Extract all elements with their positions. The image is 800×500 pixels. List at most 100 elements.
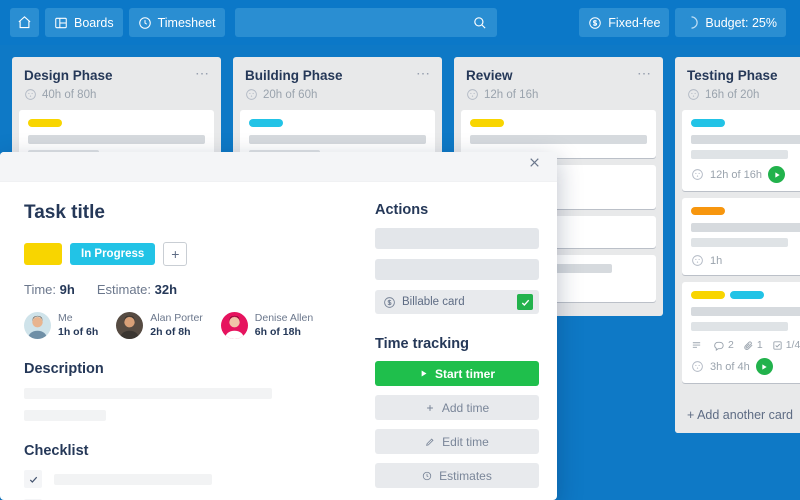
checklist-item-text (54, 473, 212, 485)
assignee-hours: 6h of 18h (254, 326, 301, 339)
card-badge: 2 (714, 339, 734, 351)
budget-badge[interactable]: Budget: 25% (675, 8, 786, 37)
comment-icon (714, 340, 725, 351)
check-icon[interactable] (517, 294, 533, 310)
progress-clock-icon (24, 88, 37, 101)
timesheet-button[interactable]: Timesheet (128, 8, 225, 37)
card-progress-text: 1h (710, 254, 723, 267)
boards-label: Boards (74, 15, 114, 30)
progress-clock-icon (687, 88, 700, 101)
board-icon (54, 16, 68, 30)
start-timer-button[interactable] (768, 166, 785, 183)
card-text-placeholder (691, 135, 800, 144)
edit-time-button[interactable]: Edit time (375, 429, 539, 454)
billable-card-label: Billable card (402, 296, 465, 308)
column-title: Building Phase (245, 68, 343, 83)
estimate-value: 32h (154, 282, 178, 297)
column-menu-button[interactable]: ⋯ (637, 66, 652, 80)
checklist-item[interactable] (24, 470, 355, 489)
column-menu-button[interactable]: ⋯ (195, 66, 210, 80)
start-timer-button[interactable] (755, 358, 773, 375)
attachment-icon (743, 340, 754, 351)
estimates-button[interactable]: Estimates (375, 463, 539, 488)
task-color-label[interactable] (24, 243, 62, 265)
card-labels (691, 119, 800, 127)
card-text-placeholder (470, 135, 647, 144)
card-text-placeholder (691, 322, 789, 331)
column-progress-text: 40h of 80h (42, 88, 97, 101)
progress-clock-icon (691, 360, 704, 373)
assignee[interactable]: Alan Porter 2h of 8h (116, 311, 203, 339)
board-column: Testing Phase⋯16h of 20h 12h of 16h 1h 2 1 1/… (675, 57, 800, 433)
description-placeholder-line (24, 410, 106, 422)
column-progress: 16h of 20h (687, 88, 800, 101)
search-icon (472, 15, 487, 30)
card-text-placeholder (691, 223, 800, 232)
assignee-hours: 2h of 8h (150, 326, 191, 339)
card-label[interactable] (249, 119, 283, 127)
card-label[interactable] (28, 119, 62, 127)
column-menu-button[interactable]: ⋯ (416, 66, 431, 80)
add-another-card-button[interactable]: + Add another card (675, 397, 800, 433)
card-progress: 3h of 4h (691, 358, 800, 375)
fixed-fee-badge[interactable]: Fixed-fee (579, 8, 670, 37)
description-title: Description (24, 361, 104, 378)
dollar-circle-icon (383, 296, 396, 309)
task-status-badge[interactable]: In Progress (70, 243, 156, 265)
board-card[interactable]: 12h of 16h (682, 110, 800, 191)
column-title: Review (466, 68, 513, 83)
action-placeholder-button[interactable] (375, 259, 539, 280)
card-text-placeholder (691, 150, 789, 159)
assignee-list: Me 1h of 6h Alan Porter 2h of 8h Denise Alle… (24, 311, 355, 339)
add-label-button[interactable]: + (163, 242, 188, 266)
board-card[interactable]: 2 1 1/4 3h of 4h (682, 282, 800, 383)
task-chips-row: In Progress + (24, 242, 355, 266)
check-icon[interactable] (24, 470, 42, 489)
assignee[interactable]: Me 1h of 6h (24, 311, 98, 339)
search-input[interactable] (234, 8, 497, 37)
button-label: Start timer (434, 366, 496, 381)
time-value: 9h (59, 282, 75, 297)
card-labels (28, 119, 205, 127)
column-title: Design Phase (24, 68, 113, 83)
card-badge-value: 2 (728, 339, 734, 351)
card-labels (691, 207, 800, 215)
card-label[interactable] (691, 291, 725, 299)
modal-right-pane: Actions Billable card Time tracking Star… (375, 202, 557, 500)
pencil-icon (425, 437, 435, 447)
time-tracking-buttons: Start timer Add time Edit time Estimates (375, 361, 539, 488)
assignee-name: Denise Allen (254, 312, 314, 324)
modal-body: Task title In Progress + Time: 9h Estima… (0, 182, 557, 500)
start-timer-button[interactable]: Start timer (375, 361, 539, 386)
card-progress-text: 3h of 4h (710, 360, 750, 373)
top-navigation-bar: Boards Timesheet Fixed-fee Budget: 25% (0, 0, 800, 45)
card-labels (470, 119, 647, 127)
column-progress-text: 16h of 20h (705, 88, 760, 101)
column-header: Building Phase ⋯ 20h of 60h (233, 57, 442, 110)
billable-card-toggle[interactable]: Billable card (375, 290, 539, 314)
card-label[interactable] (730, 291, 764, 299)
assignee[interactable]: Denise Allen 6h of 18h (220, 311, 314, 339)
board-card[interactable] (461, 110, 656, 158)
card-label[interactable] (691, 207, 725, 215)
card-text-placeholder (28, 135, 205, 144)
task-detail-modal: Task title In Progress + Time: 9h Estima… (0, 152, 557, 500)
card-progress: 1h (691, 254, 800, 267)
close-icon[interactable] (528, 156, 541, 169)
column-progress-text: 20h of 60h (263, 88, 318, 101)
card-label[interactable] (691, 119, 725, 127)
budget-label: Budget: 25% (705, 15, 777, 30)
progress-clock-icon (691, 254, 704, 267)
card-label[interactable] (470, 119, 504, 127)
task-time-row: Time: 9h Estimate: 32h (24, 282, 355, 297)
add-time-button[interactable]: Add time (375, 395, 539, 420)
boards-button[interactable]: Boards (45, 8, 123, 37)
card-progress: 12h of 16h (691, 166, 800, 183)
card-labels (249, 119, 426, 127)
home-button[interactable] (10, 8, 39, 37)
action-placeholder-button[interactable] (375, 228, 539, 249)
fixed-fee-label: Fixed-fee (608, 15, 661, 30)
board-card[interactable]: 1h (682, 198, 800, 275)
column-header: Design Phase ⋯ 40h of 80h (12, 57, 221, 110)
play-icon (419, 369, 428, 378)
